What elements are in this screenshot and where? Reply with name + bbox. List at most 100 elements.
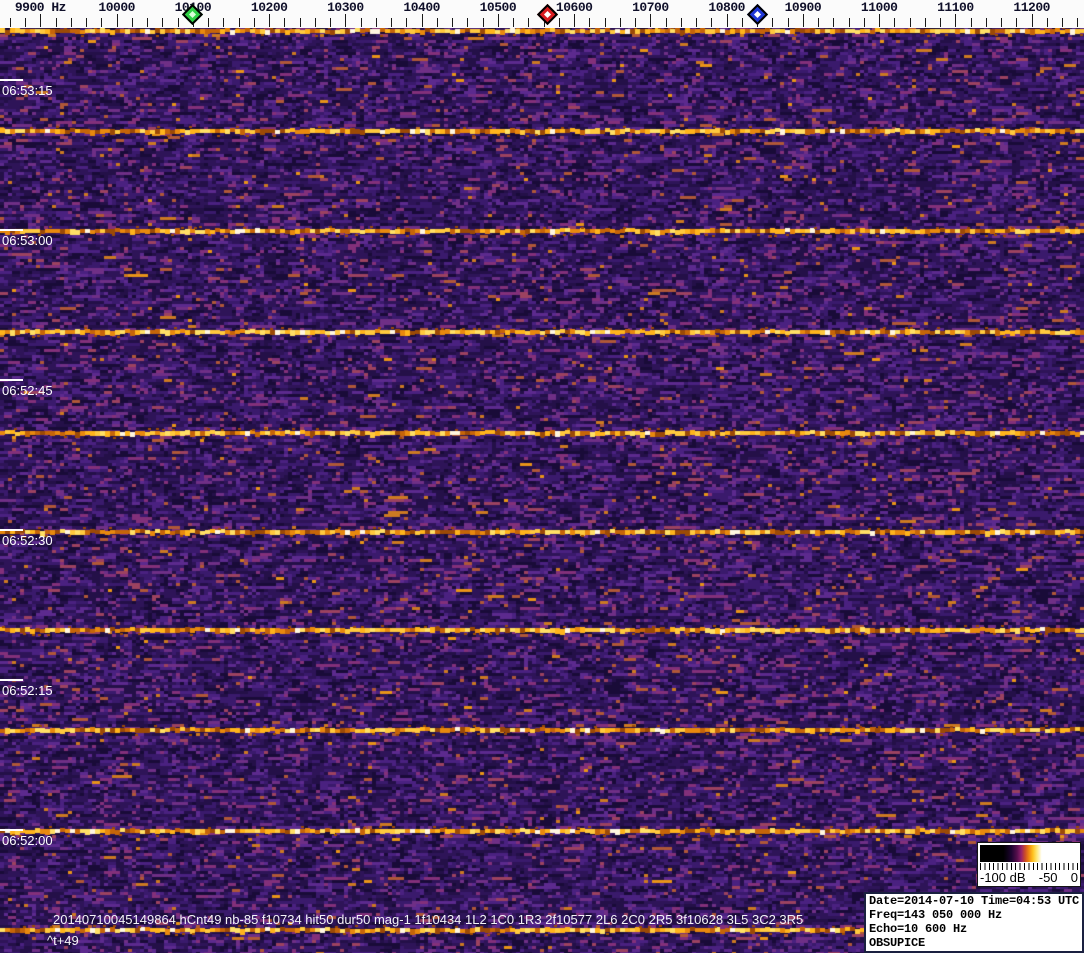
major-tick xyxy=(726,14,728,27)
time-tick xyxy=(0,529,23,531)
minor-tick xyxy=(1016,18,1018,27)
minor-tick xyxy=(1077,18,1079,27)
freq-label: 10400 xyxy=(403,0,440,15)
db-label-min: -100 dB xyxy=(980,870,1026,885)
time-label: 06:52:00 xyxy=(2,833,53,848)
minor-tick xyxy=(482,18,484,27)
minor-tick xyxy=(452,18,454,27)
minor-tick xyxy=(55,18,57,27)
freq-label: 10000 xyxy=(98,0,135,15)
minor-tick xyxy=(238,18,240,27)
time-label: 06:53:00 xyxy=(2,233,53,248)
time-tick xyxy=(0,829,23,831)
minor-tick xyxy=(208,18,210,27)
red-marker-center-dot xyxy=(543,10,552,19)
time-label: 06:52:15 xyxy=(2,683,53,698)
minor-tick xyxy=(604,18,606,27)
minor-tick xyxy=(1001,18,1003,27)
freq-label: 11000 xyxy=(860,0,898,15)
major-tick xyxy=(802,14,804,27)
major-tick xyxy=(1031,14,1033,27)
minor-tick xyxy=(147,18,149,27)
major-tick xyxy=(40,14,42,27)
minor-tick xyxy=(558,18,560,27)
blue-marker-diamond-icon[interactable] xyxy=(747,3,769,26)
minor-tick xyxy=(391,18,393,27)
minor-tick xyxy=(330,18,332,27)
minor-tick xyxy=(894,18,896,27)
freq-label: 10900 xyxy=(784,0,822,15)
time-tick xyxy=(0,379,23,381)
minor-tick xyxy=(848,18,850,27)
green-marker-center-dot xyxy=(189,10,197,19)
minor-tick xyxy=(299,18,301,27)
db-label-mid: -50 xyxy=(1038,870,1058,885)
freq-label: 11100 xyxy=(937,0,974,15)
minor-tick xyxy=(25,18,27,27)
major-tick xyxy=(345,14,347,27)
detection-status-line: 20140710045149864 hCnt49 nb-85 f10734 hi… xyxy=(53,912,804,927)
minor-tick xyxy=(513,18,515,27)
spectrogram-canvas[interactable] xyxy=(0,28,1084,953)
freq-label: 9900 Hz xyxy=(14,0,67,15)
major-tick xyxy=(879,14,881,27)
minor-tick xyxy=(772,18,774,27)
minor-tick xyxy=(696,18,698,27)
minor-tick xyxy=(833,18,835,27)
minor-tick xyxy=(863,18,865,27)
minor-tick xyxy=(924,18,926,27)
freq-label: 10600 xyxy=(555,0,593,15)
minor-tick xyxy=(253,18,255,27)
spectrogram-window: 9900 Hz100001010010200103001040010500106… xyxy=(0,0,1084,953)
minor-tick xyxy=(70,18,72,27)
major-tick xyxy=(650,14,652,27)
red-marker-diamond-icon[interactable] xyxy=(536,3,559,26)
minor-tick xyxy=(741,18,743,27)
minor-tick xyxy=(619,18,621,27)
minor-tick xyxy=(284,18,286,27)
db-scale-ticks xyxy=(980,863,1078,870)
major-tick xyxy=(497,14,499,27)
db-label-max: 0 xyxy=(1070,870,1078,885)
freq-label: 10700 xyxy=(632,0,669,15)
minor-tick xyxy=(436,18,438,27)
minor-tick xyxy=(985,18,987,27)
freq-label: 10200 xyxy=(250,0,288,15)
db-color-scale: -100 dB -50 0 xyxy=(977,842,1081,887)
minor-tick xyxy=(909,18,911,27)
minor-tick xyxy=(818,18,820,27)
minor-tick xyxy=(680,18,682,27)
minor-tick xyxy=(101,18,103,27)
major-tick xyxy=(574,14,576,27)
minor-tick xyxy=(9,18,11,27)
info-station: OBSUPICE xyxy=(869,936,926,950)
minor-tick xyxy=(177,18,179,27)
info-echo: Echo=10 600 Hz xyxy=(869,922,968,936)
major-tick xyxy=(269,14,271,27)
freq-label: 10300 xyxy=(327,0,364,15)
freq-label: 10800 xyxy=(708,0,745,15)
minor-tick xyxy=(665,18,667,27)
info-frequency: Freq=143 050 000 Hz xyxy=(869,908,1003,922)
time-tick xyxy=(0,229,23,231)
minor-tick xyxy=(360,18,362,27)
minor-tick xyxy=(314,18,316,27)
minor-tick xyxy=(375,18,377,27)
time-tick xyxy=(0,679,23,681)
info-date-time: Date=2014-07-10 Time=04:53 UTC xyxy=(869,894,1080,908)
frequency-ruler[interactable]: 9900 Hz100001010010200103001040010500106… xyxy=(0,0,1084,28)
minor-tick xyxy=(467,18,469,27)
blue-marker-center-dot xyxy=(754,10,762,19)
freq-label: 10500 xyxy=(479,0,517,15)
major-tick xyxy=(955,14,957,27)
minor-tick xyxy=(711,18,713,27)
cursor-readout: ^t+49 xyxy=(47,933,79,948)
minor-tick xyxy=(131,18,133,27)
freq-label: 11200 xyxy=(1013,0,1050,15)
major-tick xyxy=(421,14,423,27)
time-label: 06:52:45 xyxy=(2,383,53,398)
observation-info-box: Date=2014-07-10 Time=04:53 UTC Freq=143 … xyxy=(864,892,1084,953)
minor-tick xyxy=(635,18,637,27)
minor-tick xyxy=(940,18,942,27)
minor-tick xyxy=(1062,18,1064,27)
